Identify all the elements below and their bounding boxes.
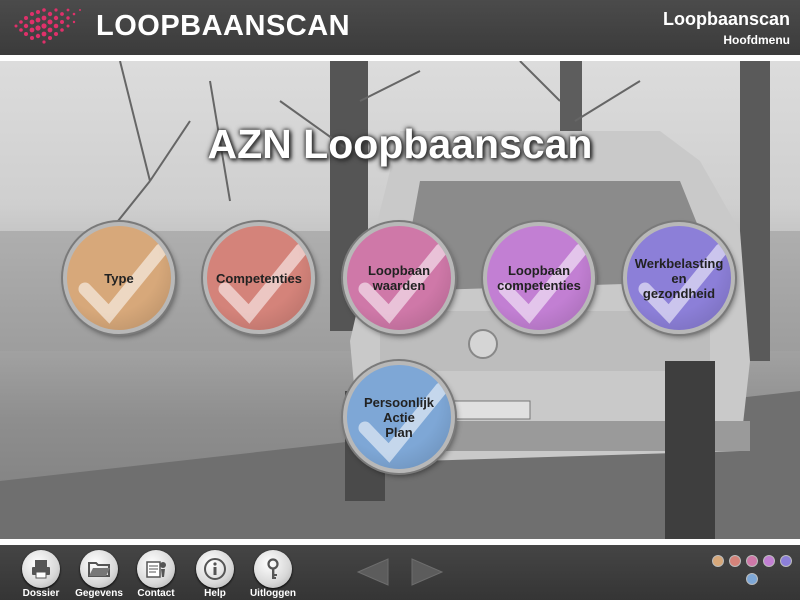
module-label: Type <box>104 270 134 286</box>
contact-card-icon <box>137 550 175 588</box>
module-loopbaan-competenties-button[interactable]: Loopbaan competenties <box>483 222 595 334</box>
dossier-button[interactable]: Dossier <box>11 550 71 600</box>
logo-icon <box>14 8 81 44</box>
module-competenties-button[interactable]: Competenties <box>203 222 315 334</box>
module-label: Loopbaan competenties <box>497 263 581 293</box>
gegevens-label: Gegevens <box>75 588 123 599</box>
module-persoonlijk-actie-plan-button[interactable]: Persoonlijk Actie Plan <box>343 361 455 473</box>
module-label: Loopbaan waarden <box>367 263 431 293</box>
gegevens-button[interactable]: Gegevens <box>69 550 129 600</box>
key-icon <box>254 550 292 588</box>
help-button[interactable]: Help <box>185 550 245 600</box>
progress-dot <box>780 555 792 567</box>
arrow-right-icon[interactable] <box>410 557 444 587</box>
folder-icon <box>80 550 118 588</box>
module-loopbaan-waarden-button[interactable]: Loopbaan waarden <box>343 222 455 334</box>
uitloggen-label: Uitloggen <box>249 588 297 599</box>
module-type-button[interactable]: Type <box>63 222 175 334</box>
printer-icon <box>22 550 60 588</box>
progress-dot <box>746 573 758 585</box>
contact-button[interactable]: Contact <box>126 550 186 600</box>
uitloggen-button[interactable]: Uitloggen <box>243 550 303 600</box>
app-subtitle: Hoofdmenu <box>723 33 790 47</box>
progress-dot <box>763 555 775 567</box>
footer-bar: Dossier Gegevens Contact Help Uitloggen <box>0 545 800 600</box>
help-label: Help <box>204 588 226 599</box>
module-label: Competenties <box>216 270 302 286</box>
brand-wordmark: LOOPBAANSCAN <box>96 10 351 42</box>
app-title: Loopbaanscan <box>662 9 790 29</box>
contact-label: Contact <box>137 588 175 599</box>
progress-dot <box>746 555 758 567</box>
progress-dot <box>729 555 741 567</box>
dossier-label: Dossier <box>22 588 60 599</box>
header-bar: LOOPBAANSCAN Loopbaanscan Hoofdmenu <box>0 0 800 55</box>
info-icon <box>196 550 234 588</box>
arrow-left-icon[interactable] <box>356 557 390 587</box>
module-label: Werkbelasting en gezondheid <box>634 255 724 301</box>
module-werkbelasting-button[interactable]: Werkbelasting en gezondheid <box>623 222 735 334</box>
progress-dot <box>712 555 724 567</box>
page-heading: AZN Loopbaanscan <box>207 121 593 167</box>
main-stage: AZN Loopbaanscan Type Competenties Loopb… <box>0 61 800 539</box>
module-label: Persoonlijk Actie Plan <box>363 394 435 440</box>
